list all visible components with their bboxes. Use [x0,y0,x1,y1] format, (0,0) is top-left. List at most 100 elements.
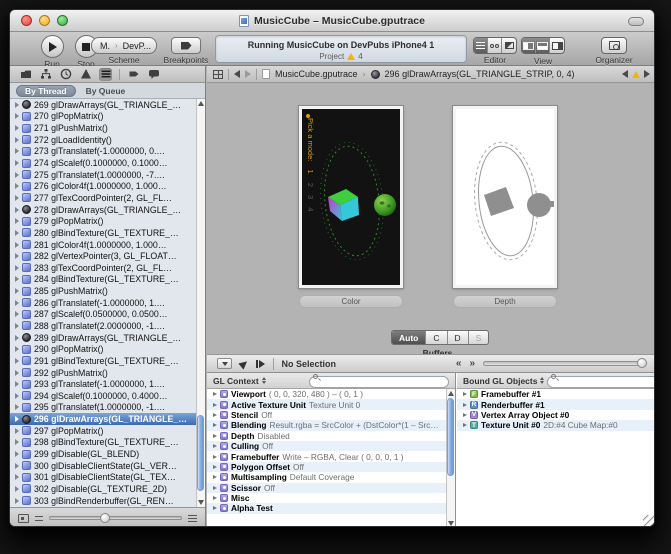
disclosure-triangle-icon[interactable] [15,498,19,504]
call-list-item[interactable]: 288 glTranslatef(2.0000000, -1.… [10,320,205,332]
disclosure-triangle-icon[interactable] [15,428,19,434]
call-list-item[interactable]: 296 glDrawArrays(GL_TRIANGLE_… [10,413,205,425]
call-list-item[interactable]: 281 glColor4f(1.0000000, 1.000… [10,239,205,251]
disclosure-triangle-icon[interactable] [213,506,217,510]
disclosure-triangle-icon[interactable] [15,137,19,143]
disclosure-triangle-icon[interactable] [15,195,19,201]
organizer-button[interactable] [601,37,627,54]
assistant-editor-button[interactable] [488,38,502,53]
depth-attachment-label[interactable]: Depth [453,295,557,308]
sidebar-scrollbar-thumb[interactable] [197,415,204,491]
tab-by-queue[interactable]: By Queue [86,86,126,96]
disclosure-triangle-icon[interactable] [15,346,19,352]
disclosure-triangle-icon[interactable] [15,265,19,271]
disclosure-triangle-icon[interactable] [213,413,217,417]
call-list-item[interactable]: 272 glLoadIdentity() [10,134,205,146]
symbol-navigator-icon[interactable] [39,68,52,81]
disclosure-triangle-icon[interactable] [15,172,19,178]
disclosure-triangle-icon[interactable] [15,439,19,445]
disclosure-triangle-icon[interactable] [463,403,467,407]
back-arrow-icon[interactable] [234,70,240,78]
gl-context-row[interactable]: Misc [207,493,446,503]
gl-context-row[interactable]: ScissorOff [207,483,446,493]
disclosure-triangle-icon[interactable] [15,300,19,306]
disclosure-triangle-icon[interactable] [15,218,19,224]
disclosure-triangle-icon[interactable] [213,423,217,427]
bound-object-row[interactable]: TTexture Unit #02D:#4 Cube Map:#0 [457,420,655,430]
sort-control-icon[interactable] [262,377,266,384]
disclosure-triangle-icon[interactable] [15,404,19,410]
color-attachment-preview[interactable]: Pick a mode: 1 2 3 4 [299,106,403,288]
maximum-lines-icon[interactable] [188,515,197,522]
forward-arrow-icon[interactable] [245,70,251,78]
call-list-item[interactable]: 299 glDisable(GL_BLEND) [10,448,205,460]
version-editor-button[interactable] [502,38,516,53]
disclosure-triangle-icon[interactable] [15,370,19,376]
debug-history-slider-knob[interactable] [637,358,647,368]
call-list-item[interactable]: 273 glTranslatef(-1.0000000, 0.… [10,146,205,158]
bound-object-row[interactable]: VVertex Array Object #0 [457,410,655,420]
disclosure-triangle-icon[interactable] [15,242,19,248]
bound-objects-search-input[interactable] [547,376,655,388]
call-list-item[interactable]: 295 glTranslatef(1.0000000, -1.… [10,402,205,414]
call-list-item[interactable]: 302 glDisable(GL_TEXTURE_2D) [10,483,205,495]
gl-context-row[interactable]: MultisamplingDefault Coverage [207,472,446,482]
toggle-utilities-button[interactable] [550,38,564,53]
standard-editor-button[interactable] [474,38,488,53]
frame-capture-icon[interactable] [18,514,29,523]
disclosure-triangle-icon[interactable] [15,148,19,154]
issue-navigator-icon[interactable] [79,68,92,81]
breakpoint-navigator-icon[interactable] [127,68,140,81]
disclosure-triangle-icon[interactable] [15,463,19,469]
disclosure-triangle-icon[interactable] [15,323,19,329]
scheme-target-segment[interactable]: M. [92,41,115,51]
call-list-item[interactable]: 301 glDisableClientState(GL_TEX… [10,472,205,484]
gl-context-row[interactable]: StencilOff [207,410,446,420]
sidebar-scrollbar[interactable] [196,99,205,507]
call-list-item[interactable]: 292 glPushMatrix() [10,367,205,379]
minimum-lines-icon[interactable] [35,516,43,521]
gl-context-search-input[interactable] [309,376,449,388]
disclosure-triangle-icon[interactable] [463,413,467,417]
call-list-item[interactable]: 275 glTranslatef(1.0000000, -7.… [10,169,205,181]
call-list-item[interactable]: 285 glPushMatrix() [10,285,205,297]
gl-context-row[interactable]: Active Texture UnitTexture Unit 0 [207,399,446,409]
call-list-item[interactable]: 287 glScalef(0.0500000, 0.0500… [10,309,205,321]
call-list-item[interactable]: 282 glVertexPointer(3, GL_FLOAT… [10,250,205,262]
call-list-item[interactable]: 280 glBindTexture(GL_TEXTURE_… [10,227,205,239]
gl-context-scrollbar[interactable] [446,389,455,527]
gl-context-row[interactable]: FramebufferWrite – RGBA, Clear ( 0, 0, 0… [207,451,446,461]
disclosure-triangle-icon[interactable] [15,486,19,492]
disclosure-triangle-icon[interactable] [213,434,217,438]
call-list-item[interactable]: 290 glPopMatrix() [10,343,205,355]
call-list-item[interactable]: 274 glScalef(0.1000000, 0.1000… [10,157,205,169]
call-list-item[interactable]: 293 glTranslatef(-1.0000000, 1.… [10,378,205,390]
disclosure-triangle-icon[interactable] [213,444,217,448]
debug-history-slider[interactable] [483,361,646,366]
disclosure-triangle-icon[interactable] [15,358,19,364]
call-list-item[interactable]: 278 glDrawArrays(GL_TRIANGLE_… [10,204,205,216]
scheme-selector[interactable]: M. › DevP... Scheme [91,34,157,65]
current-location-icon[interactable] [238,358,249,369]
tab-by-thread[interactable]: By Thread [16,85,76,97]
breakpoints-button[interactable]: Breakpoints [158,34,214,65]
gl-context-row[interactable]: Polygon OffsetOff [207,462,446,472]
disclosure-triangle-icon[interactable] [213,486,217,490]
collapse-left-icon[interactable]: « [456,358,462,369]
call-list-item[interactable]: 277 glTexCoordPointer(2, GL_FL… [10,192,205,204]
disclosure-triangle-icon[interactable] [213,403,217,407]
toggle-debug-area-button[interactable] [536,38,550,53]
next-issue-icon[interactable] [644,70,650,78]
toggle-navigator-button[interactable] [522,38,536,53]
disclosure-triangle-icon[interactable] [15,253,19,259]
call-list-item[interactable]: 289 glDrawArrays(GL_TRIANGLE_… [10,332,205,344]
toolbar-toggle-button[interactable] [628,17,644,26]
breadcrumb-file[interactable]: MusicCube.gputrace [275,69,358,79]
call-list-item[interactable]: 284 glBindTexture(GL_TEXTURE_… [10,274,205,286]
gl-context-scrollbar-thumb[interactable] [447,398,454,476]
bound-object-row[interactable]: FFramebuffer #1 [457,389,655,399]
disclosure-triangle-icon[interactable] [15,113,19,119]
log-navigator-icon[interactable] [147,68,160,81]
project-navigator-icon[interactable] [19,68,32,81]
call-list-item[interactable]: 283 glTexCoordPointer(2, GL_FL… [10,262,205,274]
